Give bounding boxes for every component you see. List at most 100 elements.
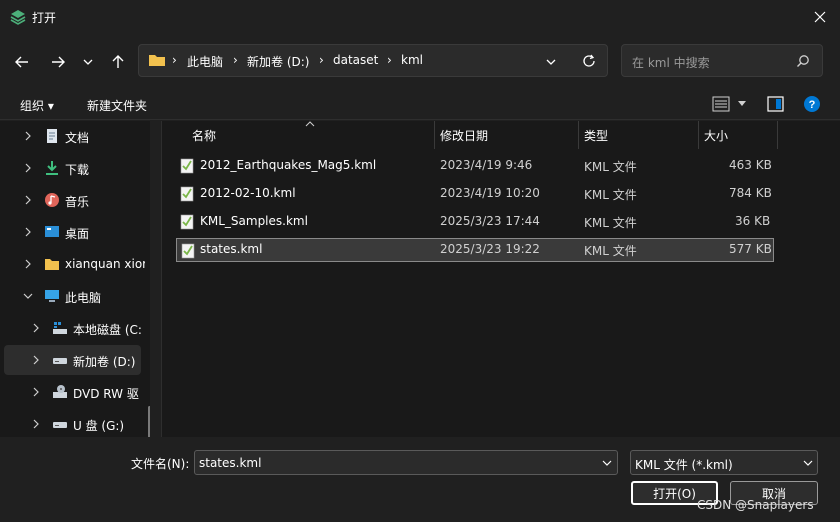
navigation-pane: 文档 下载 音乐 桌面 xianquan xior 此电脑 本地磁盘 (C:) … (0, 121, 150, 437)
chevron-right-icon[interactable] (22, 162, 34, 174)
sidebar-item-label: 音乐 (65, 195, 90, 209)
arrow-right-icon (52, 56, 65, 68)
title-bar: 打开 (0, 0, 840, 34)
search-input[interactable]: 在 kml 中搜索 (621, 44, 823, 77)
app-stack-icon (10, 10, 26, 25)
svg-text:?: ? (809, 99, 816, 111)
table-row-selected[interactable]: states.kml 2025/3/23 19:22 KML 文件 577 KB (176, 238, 774, 262)
sidebar-item-user-folder[interactable]: xianquan xior (4, 249, 145, 279)
table-row[interactable]: 2012_Earthquakes_Mag5.kml 2023/4/19 9:46… (176, 154, 774, 178)
view-options-button[interactable] (712, 96, 750, 114)
filename-field[interactable]: states.kml (194, 450, 618, 475)
column-header-type[interactable]: 类型 (584, 127, 608, 144)
breadcrumb-this-pc[interactable]: 此电脑 (187, 53, 223, 70)
sidebar-item-documents[interactable]: 文档 (4, 121, 141, 151)
chevron-down-icon[interactable] (601, 458, 613, 468)
usb-drive-icon (53, 422, 67, 428)
column-divider[interactable] (698, 121, 699, 149)
sidebar-item-this-pc[interactable]: 此电脑 (4, 281, 141, 311)
preview-pane-icon[interactable] (767, 96, 784, 112)
filename-value: states.kml (199, 456, 262, 470)
table-row[interactable]: KML_Samples.kml 2025/3/23 17:44 KML 文件 3… (176, 210, 774, 234)
sidebar-item-desktop[interactable]: 桌面 (4, 217, 141, 247)
chevron-right-icon[interactable] (22, 226, 34, 238)
file-size: 36 KB (735, 214, 771, 228)
sort-ascending-icon (305, 121, 315, 127)
new-folder-button[interactable]: 新建文件夹 (87, 97, 147, 114)
back-button[interactable] (10, 50, 34, 74)
file-type-select[interactable]: KML 文件 (*.kml) (630, 450, 818, 475)
sidebar-scrollbar[interactable] (148, 406, 150, 437)
search-placeholder: 在 kml 中搜索 (632, 56, 710, 70)
arrow-up-icon (112, 55, 124, 68)
chevron-down-icon (738, 101, 746, 106)
column-header-name[interactable]: 名称 (192, 127, 216, 144)
document-icon (47, 129, 57, 143)
window-title: 打开 (32, 11, 57, 25)
drive-icon (53, 358, 67, 364)
column-divider[interactable] (578, 121, 579, 149)
chevron-right-icon[interactable] (30, 418, 42, 430)
command-bar: 组织 ▾ 新建文件夹 ? (0, 90, 840, 120)
file-type: KML 文件 (584, 160, 637, 174)
help-icon[interactable]: ? (803, 95, 821, 113)
breadcrumb-dataset[interactable]: dataset (333, 53, 378, 67)
column-header-modified[interactable]: 修改日期 (440, 127, 488, 144)
sidebar-item-label: 本地磁盘 (C:) (73, 323, 141, 337)
download-icon (46, 161, 58, 175)
column-divider[interactable] (434, 121, 435, 149)
up-button[interactable] (106, 50, 130, 74)
chevron-right-icon[interactable] (22, 130, 34, 142)
sidebar-item-label: 下载 (65, 163, 90, 177)
sidebar-item-label: DVD RW 驱 (73, 387, 139, 401)
desktop-icon (45, 226, 59, 237)
chevron-right-icon[interactable] (30, 354, 42, 366)
file-name: 2012-02-10.kml (200, 186, 296, 200)
computer-icon (45, 290, 59, 302)
file-list: 名称 修改日期 类型 大小 2012_Earthquakes_Mag5.kml … (162, 121, 840, 437)
organize-menu[interactable]: 组织 ▾ (20, 97, 54, 114)
column-divider[interactable] (777, 121, 778, 149)
file-size: 577 KB (729, 242, 772, 256)
file-modified: 2023/4/19 9:46 (440, 158, 533, 172)
chevron-right-icon[interactable] (30, 386, 42, 398)
address-bar[interactable]: › 此电脑 › 新加卷 (D:) › dataset › kml (138, 44, 608, 77)
file-size: 784 KB (729, 186, 772, 200)
kml-file-icon (180, 158, 194, 174)
forward-button[interactable] (46, 50, 70, 74)
recent-locations-button[interactable] (76, 50, 100, 74)
breadcrumb-kml[interactable]: kml (401, 53, 423, 67)
file-modified: 2023/4/19 10:20 (440, 186, 540, 200)
search-icon (797, 55, 809, 67)
sidebar-item-dvd[interactable]: DVD RW 驱 (4, 377, 141, 407)
watermark: CSDN @Snaplayers (697, 498, 814, 512)
breadcrumb-separator-icon: › (233, 53, 238, 67)
column-header-size[interactable]: 大小 (704, 127, 728, 144)
file-modified: 2025/3/23 19:22 (440, 242, 540, 256)
kml-file-icon (180, 214, 194, 230)
refresh-icon[interactable] (582, 54, 596, 68)
chevron-right-icon[interactable] (22, 194, 34, 206)
kml-file-icon (180, 186, 194, 202)
sidebar-item-usb-drive[interactable]: U 盘 (G:) (4, 409, 141, 437)
breadcrumb-separator-icon: › (319, 53, 324, 67)
close-button[interactable] (806, 4, 834, 30)
sidebar-item-drive-c[interactable]: 本地磁盘 (C:) (4, 313, 141, 343)
sidebar-item-downloads[interactable]: 下载 (4, 153, 141, 183)
chevron-right-icon[interactable] (30, 322, 42, 334)
file-name: states.kml (200, 242, 263, 256)
filename-label: 文件名(N): (131, 457, 190, 471)
chevron-down-icon[interactable] (22, 290, 34, 302)
breadcrumb-drive-d[interactable]: 新加卷 (D:) (247, 53, 309, 70)
dvd-icon (53, 385, 67, 398)
sidebar-item-label: U 盘 (G:) (73, 419, 125, 433)
file-name: KML_Samples.kml (200, 214, 308, 228)
address-history-chevron-icon[interactable] (545, 56, 557, 68)
sidebar-item-music[interactable]: 音乐 (4, 185, 141, 215)
sidebar-item-drive-d[interactable]: 新加卷 (D:) (4, 345, 141, 375)
chevron-right-icon[interactable] (22, 258, 34, 270)
file-type: KML 文件 (584, 216, 637, 230)
sidebar-item-label: 桌面 (65, 227, 90, 241)
table-row[interactable]: 2012-02-10.kml 2023/4/19 10:20 KML 文件 78… (176, 182, 774, 206)
breadcrumb-separator-icon: › (172, 53, 177, 67)
